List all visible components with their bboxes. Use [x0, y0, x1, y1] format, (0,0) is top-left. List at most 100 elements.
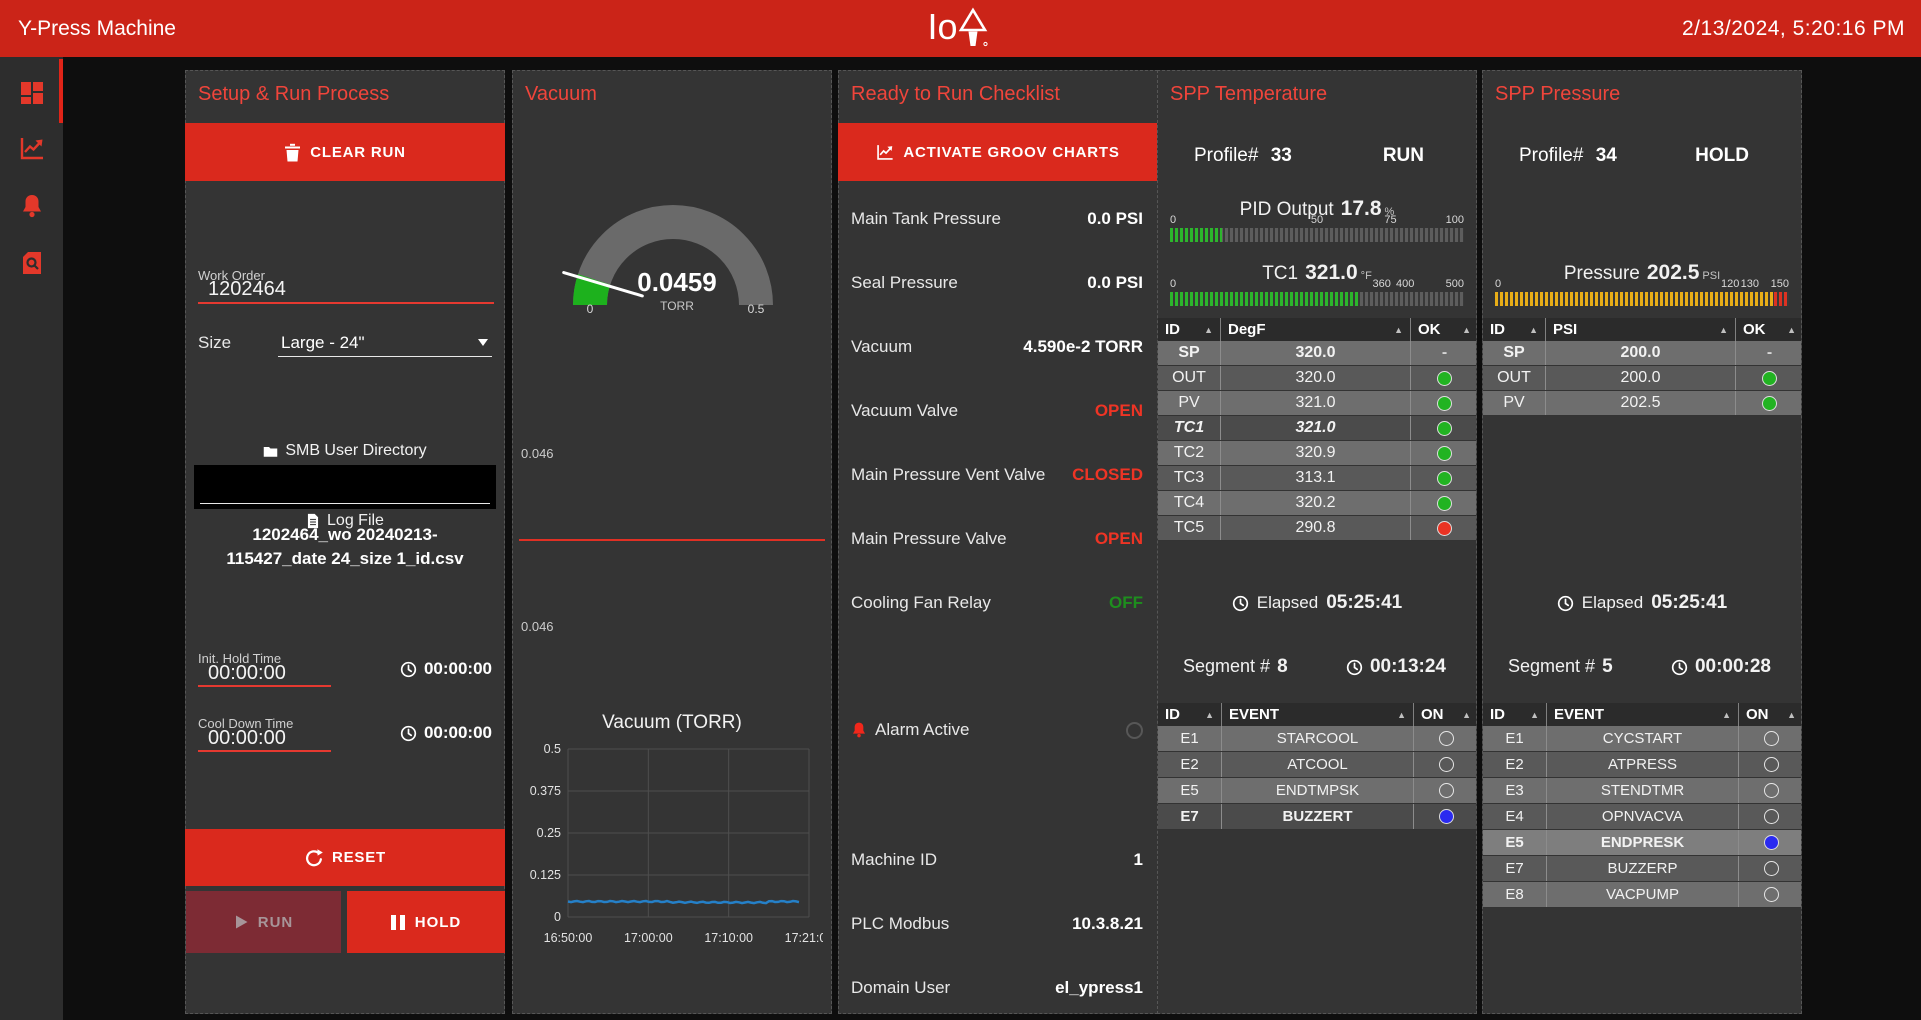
- table-row[interactable]: E1CYCSTART: [1483, 726, 1801, 752]
- table-row[interactable]: E7BUZZERP: [1483, 856, 1801, 882]
- sidebar-item-trends[interactable]: [0, 124, 63, 172]
- vacuum-setpoint-line: [519, 539, 825, 541]
- table-sort-header[interactable]: OK▲: [1736, 318, 1803, 341]
- table-row[interactable]: E5ENDTMPSK: [1158, 778, 1476, 804]
- table-sort-header[interactable]: PSI▲: [1546, 318, 1736, 341]
- checklist-value: 0.0 PSI: [1087, 273, 1143, 293]
- table-sort-header[interactable]: ID▲: [1483, 318, 1546, 341]
- table-cell-status: [1411, 516, 1478, 540]
- table-row[interactable]: E8VACPUMP: [1483, 882, 1801, 908]
- table-row[interactable]: OUT200.0: [1483, 366, 1801, 391]
- reset-button[interactable]: RESET: [185, 829, 505, 886]
- table-row[interactable]: E1STARCOOL: [1158, 726, 1476, 752]
- checklist-value: 4.590e-2 TORR: [1023, 337, 1143, 357]
- status-led: [1439, 757, 1454, 772]
- hold-button[interactable]: HOLD: [347, 891, 505, 953]
- work-order-input[interactable]: 1202464: [208, 278, 286, 301]
- status-led: [1437, 521, 1452, 536]
- table-sort-header[interactable]: ID▲: [1483, 703, 1547, 726]
- table-cell-id: E1: [1158, 726, 1222, 751]
- table-row[interactable]: TC5290.8: [1158, 516, 1476, 541]
- temperature-events-table: ID▲EVENT▲ON▲E1STARCOOLE2ATCOOLE5ENDTMPSK…: [1158, 703, 1476, 830]
- activate-groov-charts-button[interactable]: ACTIVATE GROOV CHARTS: [838, 123, 1158, 181]
- init-hold-input[interactable]: 00:00:00: [208, 662, 286, 685]
- bargraph-scale: 0360400500: [1170, 278, 1464, 291]
- table-row[interactable]: E7BUZZERT: [1158, 804, 1476, 830]
- table-row[interactable]: E4OPNVACVA: [1483, 804, 1801, 830]
- smb-directory-input[interactable]: [194, 465, 496, 509]
- checklist-label: Main Tank Pressure: [851, 209, 1001, 229]
- bargraph-scale: 05075100: [1170, 214, 1464, 227]
- table-cell-status: [1411, 441, 1478, 465]
- alarm-active-row: Alarm Active: [851, 718, 1143, 742]
- table-cell-id: E8: [1483, 882, 1547, 907]
- panel-title: SPP Temperature: [1170, 83, 1327, 106]
- info-value: el_ypress1: [1055, 978, 1143, 998]
- table-row[interactable]: OUT320.0: [1158, 366, 1476, 391]
- table-cell-status: [1739, 830, 1803, 855]
- table-row[interactable]: TC2320.9: [1158, 441, 1476, 466]
- table-sort-header[interactable]: ON▲: [1414, 703, 1478, 726]
- chart-svg: 0.50.3750.250.125016:50:0017:00:0017:10:…: [523, 737, 823, 952]
- table-cell-id: E2: [1483, 752, 1547, 777]
- svg-text:0.25: 0.25: [537, 826, 561, 840]
- table-sort-header[interactable]: ON▲: [1739, 703, 1803, 726]
- table-row[interactable]: PV202.5: [1483, 391, 1801, 416]
- status-led: [1764, 835, 1779, 850]
- svg-text:0: 0: [554, 910, 561, 924]
- size-select[interactable]: Large - 24": [281, 333, 365, 353]
- sidebar-item-event-log[interactable]: [0, 239, 63, 287]
- table-sort-header[interactable]: OK▲: [1411, 318, 1478, 341]
- table-cell-value: ATCOOL: [1222, 752, 1414, 777]
- vacuum-panel: Vacuum 0.0459TORR00.5 0.046 0.046 Vacuum…: [512, 70, 832, 1014]
- table-cell-value: STENDTMR: [1547, 778, 1739, 803]
- table-row[interactable]: E2ATCOOL: [1158, 752, 1476, 778]
- table-row[interactable]: E2ATPRESS: [1483, 752, 1801, 778]
- table-row[interactable]: PV321.0: [1158, 391, 1476, 416]
- run-button[interactable]: RUN: [186, 891, 341, 953]
- app-window: Y-Press Machine Io 2/13/2024, 5:20:16 PM: [0, 0, 1921, 1020]
- spp-temperature-panel: SPP Temperature Profile# 33 RUN PID Outp…: [1157, 70, 1477, 1014]
- table-row[interactable]: TC3313.1: [1158, 466, 1476, 491]
- svg-text:17:21:00: 17:21:00: [785, 931, 823, 945]
- segment-value: 5: [1602, 656, 1613, 677]
- table-sort-header[interactable]: DegF▲: [1221, 318, 1411, 341]
- table-sort-header[interactable]: ID▲: [1158, 703, 1222, 726]
- table-row[interactable]: TC1321.0: [1158, 416, 1476, 441]
- clear-run-button[interactable]: CLEAR RUN: [185, 123, 505, 181]
- sidebar-item-alarms[interactable]: [0, 182, 63, 230]
- dashboard-grid-icon: [19, 80, 45, 106]
- panel-title: Ready to Run Checklist: [851, 83, 1060, 106]
- table-row[interactable]: E3STENDTMR: [1483, 778, 1801, 804]
- sort-arrow-icon: ▲: [1397, 710, 1406, 720]
- table-cell-id: TC5: [1158, 516, 1221, 540]
- bargraph-tick-label: 0: [1170, 214, 1176, 226]
- sidebar-item-dashboard[interactable]: [0, 69, 63, 117]
- table-row[interactable]: E5ENDPRESK: [1483, 830, 1801, 856]
- table-cell-status: -: [1736, 341, 1803, 365]
- clock-icon: [1232, 595, 1249, 612]
- tc1-bargraph: 0360400500: [1170, 278, 1464, 306]
- status-led: [1764, 861, 1779, 876]
- table-cell-id: SP: [1158, 341, 1221, 365]
- table-sort-header[interactable]: ID▲: [1158, 318, 1221, 341]
- table-cell-id: OUT: [1158, 366, 1221, 390]
- checklist-value: 0.0 PSI: [1087, 209, 1143, 229]
- svg-text:17:10:00: 17:10:00: [704, 931, 753, 945]
- sort-arrow-icon: ▲: [1719, 325, 1728, 335]
- pressure-events-table: ID▲EVENT▲ON▲E1CYCSTARTE2ATPRESSE3STENDTM…: [1483, 703, 1801, 908]
- table-row[interactable]: SP320.0-: [1158, 341, 1476, 366]
- segment-label: Segment #: [1183, 656, 1270, 676]
- status-led: [1437, 396, 1452, 411]
- table-row[interactable]: TC4320.2: [1158, 491, 1476, 516]
- table-sort-header[interactable]: EVENT▲: [1222, 703, 1414, 726]
- alarm-indicator-led: [1126, 722, 1143, 739]
- table-row[interactable]: SP200.0-: [1483, 341, 1801, 366]
- cool-down-input[interactable]: 00:00:00: [208, 727, 286, 750]
- table-cell-id: SP: [1483, 341, 1546, 365]
- trend-chart-icon: [19, 135, 45, 161]
- segment-timer-value: 00:13:24: [1370, 656, 1446, 678]
- bargraph-scale: 0120130150: [1495, 278, 1789, 291]
- table-sort-header[interactable]: EVENT▲: [1547, 703, 1739, 726]
- size-label: Size: [198, 333, 231, 353]
